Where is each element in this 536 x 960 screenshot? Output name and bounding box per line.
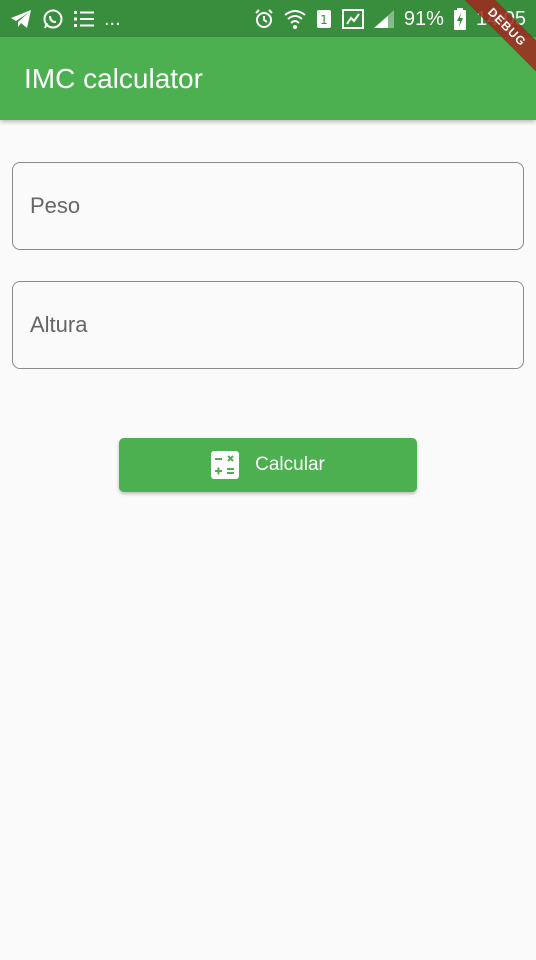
alarm-icon <box>254 7 274 31</box>
sim-1-icon: 1 <box>316 7 332 31</box>
telegram-icon <box>10 7 32 31</box>
battery-charging-icon <box>453 7 466 31</box>
battery-percent: 91% <box>403 7 444 30</box>
app-title: IMC calculator <box>24 62 203 94</box>
list-icon <box>74 7 94 31</box>
status-bar: ... 1 91% 14:05 <box>0 0 536 37</box>
svg-text:1: 1 <box>320 13 328 27</box>
calculate-button-label: Calcular <box>255 454 325 475</box>
signal-icon <box>373 7 394 31</box>
app-bar: IMC calculator <box>0 37 536 120</box>
sim-card-icon <box>341 7 364 31</box>
whatsapp-icon <box>42 7 64 31</box>
calculator-icon <box>211 451 240 479</box>
calculate-button[interactable]: Calcular <box>119 438 417 492</box>
peso-input[interactable] <box>13 163 523 249</box>
wifi-icon <box>284 7 306 31</box>
status-overflow-text: ... <box>104 7 121 30</box>
peso-field[interactable] <box>12 162 524 250</box>
altura-field[interactable] <box>12 281 524 369</box>
altura-input[interactable] <box>13 282 523 368</box>
status-bar-left: ... <box>10 7 121 31</box>
